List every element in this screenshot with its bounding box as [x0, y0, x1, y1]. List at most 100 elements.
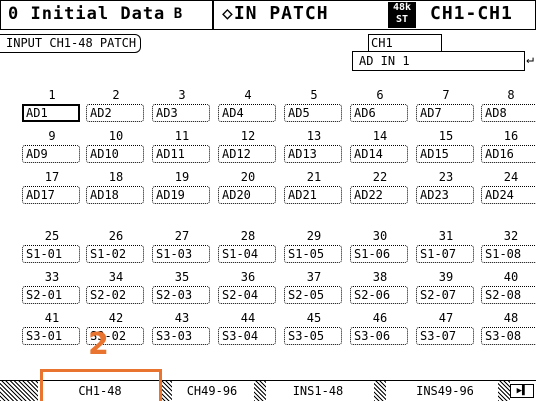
channel-number: 21: [306, 170, 322, 184]
patch-source-button[interactable]: AD8: [481, 104, 536, 122]
patch-source-button[interactable]: AD19: [152, 186, 210, 204]
patch-source-button[interactable]: S3-08: [481, 327, 536, 345]
channel-number: 17: [44, 170, 60, 184]
patch-source-button[interactable]: S1-03: [152, 245, 210, 263]
patch-source-button[interactable]: S1-01: [22, 245, 80, 263]
patch-source-button[interactable]: AD22: [350, 186, 408, 204]
channel-number: 12: [240, 129, 256, 143]
channel-number: 38: [372, 270, 388, 284]
channel-number: 13: [306, 129, 322, 143]
patch-source-button[interactable]: S3-07: [416, 327, 474, 345]
patch-source-button[interactable]: S2-03: [152, 286, 210, 304]
channel-number: 19: [174, 170, 190, 184]
patch-source-button[interactable]: AD7: [416, 104, 474, 122]
patch-source-button[interactable]: S2-01: [22, 286, 80, 304]
enter-arrow-icon[interactable]: ↵: [524, 51, 536, 71]
page-label: INPUT CH1-48 PATCH: [0, 34, 142, 53]
patch-source-button[interactable]: AD13: [284, 145, 342, 163]
patch-source-button[interactable]: AD15: [416, 145, 474, 163]
sample-rate-badge: 48k ST: [388, 2, 416, 28]
patch-source-button[interactable]: AD14: [350, 145, 408, 163]
channel-number: 15: [438, 129, 454, 143]
patch-source-button[interactable]: S3-03: [152, 327, 210, 345]
title-divider: [212, 0, 214, 30]
channel-number: 47: [438, 311, 454, 325]
channel-number: 30: [372, 229, 388, 243]
channel-number: 42: [108, 311, 124, 325]
channel-number: 37: [306, 270, 322, 284]
patch-source-button[interactable]: S3-05: [284, 327, 342, 345]
patch-source-button[interactable]: S3-04: [218, 327, 276, 345]
patch-source-button[interactable]: AD11: [152, 145, 210, 163]
patch-source-button[interactable]: AD4: [218, 104, 276, 122]
patch-source-button[interactable]: AD2: [86, 104, 144, 122]
patch-source-button[interactable]: AD17: [22, 186, 80, 204]
patch-source-button[interactable]: S2-04: [218, 286, 276, 304]
channel-number: 16: [503, 129, 519, 143]
tab-scroll-icon[interactable]: ▶▌: [510, 384, 534, 398]
channel-number: 46: [372, 311, 388, 325]
channel-number: 11: [174, 129, 190, 143]
channel-number: 44: [240, 311, 256, 325]
channel-number: 4: [244, 88, 252, 102]
channel-title: CH1-CH1: [430, 3, 513, 24]
stereo-label: ST: [395, 14, 409, 25]
patch-source-button[interactable]: S3-06: [350, 327, 408, 345]
patch-source-button[interactable]: S1-08: [481, 245, 536, 263]
selected-channel-field: CH1: [368, 34, 442, 51]
channel-number: 2: [112, 88, 120, 102]
channel-number: 34: [108, 270, 124, 284]
screen-title: ◇IN PATCH: [222, 3, 329, 24]
patch-source-button[interactable]: AD6: [350, 104, 408, 122]
patch-source-button[interactable]: AD16: [481, 145, 536, 163]
patch-source-button[interactable]: AD21: [284, 186, 342, 204]
patch-source-button[interactable]: S2-08: [481, 286, 536, 304]
channel-number: 35: [174, 270, 190, 284]
channel-number: 14: [372, 129, 388, 143]
tab-hatch: [498, 381, 510, 401]
patch-source-button[interactable]: AD18: [86, 186, 144, 204]
channel-number: 41: [44, 311, 60, 325]
patch-source-button[interactable]: AD10: [86, 145, 144, 163]
patch-source-button[interactable]: AD1: [22, 104, 80, 122]
channel-number: 8: [507, 88, 515, 102]
patch-source-button[interactable]: AD3: [152, 104, 210, 122]
patch-source-button[interactable]: S1-06: [350, 245, 408, 263]
scene-protect-icon: B: [173, 6, 183, 22]
channel-number: 20: [240, 170, 256, 184]
patch-source-button[interactable]: AD12: [218, 145, 276, 163]
patch-source-button[interactable]: S2-06: [350, 286, 408, 304]
patch-source-button[interactable]: S2-05: [284, 286, 342, 304]
patch-source-button[interactable]: S3-01: [22, 327, 80, 345]
patch-source-button[interactable]: AD5: [284, 104, 342, 122]
annotation-number: 2: [88, 327, 109, 362]
patch-source-button[interactable]: S2-02: [86, 286, 144, 304]
channel-number: 40: [503, 270, 519, 284]
patch-source-button[interactable]: AD9: [22, 145, 80, 163]
channel-number: 32: [503, 229, 519, 243]
channel-number: 22: [372, 170, 388, 184]
channel-number: 10: [108, 129, 124, 143]
tab-ins1-48[interactable]: INS1-48: [268, 381, 368, 401]
channel-number: 18: [108, 170, 124, 184]
channel-number: 43: [174, 311, 190, 325]
patch-source-button[interactable]: AD24: [481, 186, 536, 204]
channel-number: 29: [306, 229, 322, 243]
tab-ins49-96[interactable]: INS49-96: [390, 381, 500, 401]
scene-title: 0 Initial Data: [8, 4, 166, 24]
channel-number: 33: [44, 270, 60, 284]
channel-number: 26: [108, 229, 124, 243]
patch-source-button[interactable]: S1-07: [416, 245, 474, 263]
channel-number: 1: [48, 88, 56, 102]
patch-source-button[interactable]: S1-05: [284, 245, 342, 263]
selected-source-field[interactable]: AD IN 1: [352, 51, 525, 71]
patch-source-button[interactable]: AD23: [416, 186, 474, 204]
tab-ch49-96[interactable]: CH49-96: [172, 381, 252, 401]
channel-number: 7: [442, 88, 450, 102]
patch-source-button[interactable]: S2-07: [416, 286, 474, 304]
channel-number: 31: [438, 229, 454, 243]
tab-ch1-48[interactable]: CH1-48: [40, 381, 160, 401]
patch-source-button[interactable]: AD20: [218, 186, 276, 204]
patch-source-button[interactable]: S1-02: [86, 245, 144, 263]
patch-source-button[interactable]: S1-04: [218, 245, 276, 263]
